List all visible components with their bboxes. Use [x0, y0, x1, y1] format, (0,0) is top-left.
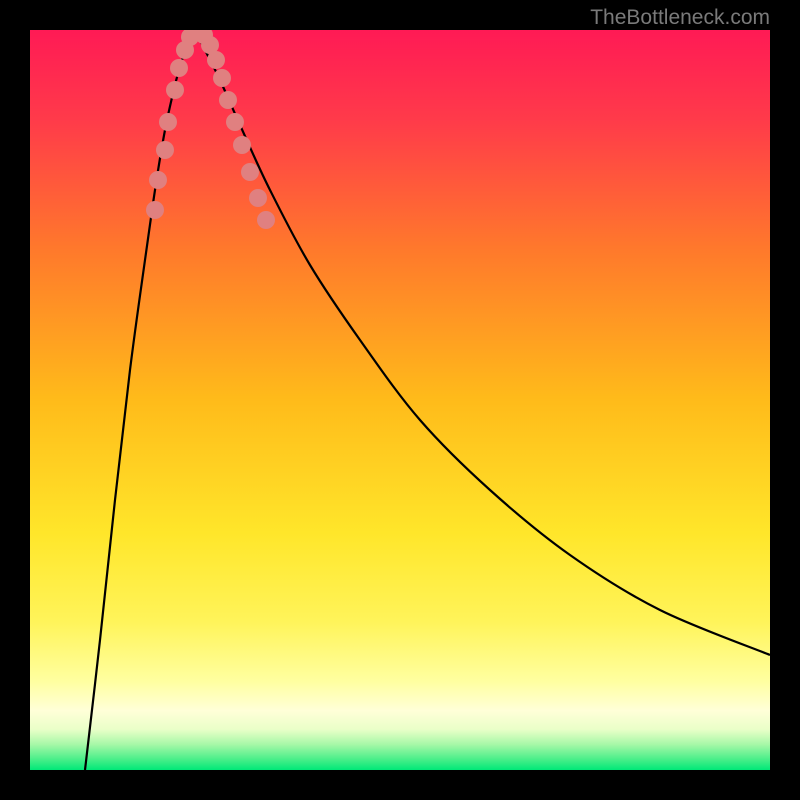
sample-marker: [146, 201, 164, 219]
sample-marker: [170, 59, 188, 77]
sample-marker: [241, 163, 259, 181]
sample-marker: [257, 211, 275, 229]
curve-right-branch: [195, 30, 770, 655]
sample-marker: [249, 189, 267, 207]
sample-marker: [213, 69, 231, 87]
curve-left-branch: [85, 30, 195, 770]
sample-marker: [233, 136, 251, 154]
plot-area: [30, 30, 770, 770]
outer-frame: TheBottleneck.com: [0, 0, 800, 800]
sample-marker: [166, 81, 184, 99]
sample-marker: [226, 113, 244, 131]
watermark-text: TheBottleneck.com: [590, 6, 770, 30]
sample-marker: [159, 113, 177, 131]
sample-marker: [149, 171, 167, 189]
bottleneck-curve: [30, 30, 770, 770]
sample-marker: [219, 91, 237, 109]
sample-marker: [207, 51, 225, 69]
sample-markers: [146, 30, 275, 229]
sample-marker: [156, 141, 174, 159]
